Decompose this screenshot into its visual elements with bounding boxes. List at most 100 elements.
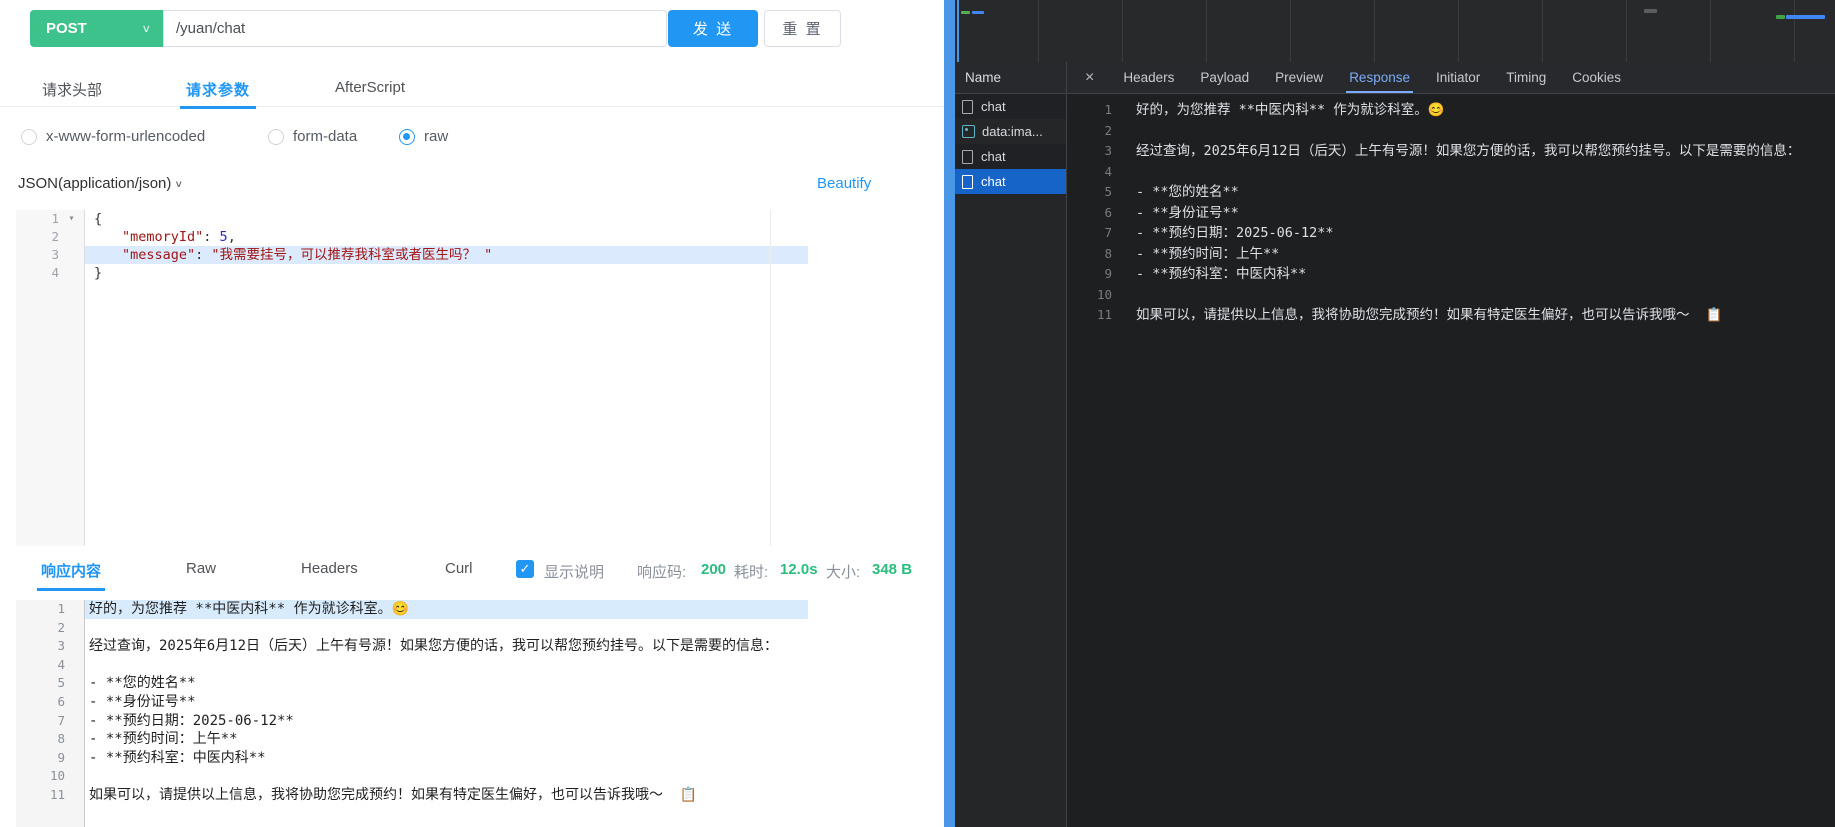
body-mode-option[interactable]: form-data bbox=[268, 128, 357, 145]
screen: POST ∨ 发 送 重 置 请求头部 请求参数 AfterScript x-www… bbox=[0, 0, 1835, 827]
radio-icon[interactable] bbox=[399, 129, 415, 145]
body-mode-option[interactable]: raw bbox=[399, 128, 448, 145]
reset-button[interactable]: 重 置 bbox=[764, 10, 841, 47]
send-button[interactable]: 发 送 bbox=[668, 10, 758, 47]
body-mode-label: form-data bbox=[293, 128, 357, 145]
method-select[interactable]: POST ∨ bbox=[30, 10, 163, 47]
request-bar-green bbox=[1776, 15, 1785, 19]
devtools-tab-cookies[interactable]: Cookies bbox=[1572, 62, 1621, 93]
editor-line: 3"message": "我需要挂号，可以推荐我科室或者医生吗？ " bbox=[16, 246, 938, 264]
request-name: chat bbox=[981, 174, 1006, 189]
response-line-text: - **预约科室：中医内科** bbox=[1136, 264, 1306, 285]
devtools-tab-response[interactable]: Response bbox=[1349, 62, 1410, 93]
line-number: 9 bbox=[1068, 264, 1112, 285]
beautify-link[interactable]: Beautify bbox=[817, 175, 871, 192]
devtools-response-line: 10 bbox=[1068, 285, 1835, 306]
overview-left-edge bbox=[957, 0, 959, 62]
response-line: 9- **预约科室：中医内科** bbox=[16, 749, 938, 768]
network-request-row[interactable]: chat bbox=[955, 169, 1066, 194]
response-tab[interactable]: 响应内容 bbox=[41, 560, 101, 591]
devtools-tab-headers[interactable]: Headers bbox=[1123, 62, 1174, 93]
request-bar-green bbox=[961, 11, 970, 14]
close-icon[interactable]: × bbox=[1085, 69, 1094, 87]
request-bar-gray bbox=[1644, 9, 1657, 13]
code-token: 5 bbox=[220, 229, 228, 245]
line-number: 1 bbox=[1068, 100, 1112, 121]
response-line: 11如果可以，请提供以上信息，我将协助您完成预约！如果有特定医生偏好，也可以告诉… bbox=[16, 786, 938, 805]
response-tab[interactable]: Raw bbox=[186, 560, 216, 587]
editor-line: 1▾ { bbox=[16, 210, 938, 228]
request-body-editor[interactable]: 1▾{2"memoryId": 5,3"message": "我需要挂号，可以推… bbox=[16, 210, 938, 546]
request-name: chat bbox=[981, 149, 1006, 164]
line-number: 1 bbox=[16, 210, 59, 228]
response-line: 7- **预约日期：2025-06-12** bbox=[16, 712, 938, 731]
response-body-viewer[interactable]: 1好的，为您推荐 **中医内科** 作为就诊科室。😊23经过查询，2025年6月… bbox=[16, 600, 938, 827]
response-line-text: 经过查询，2025年6月12日（后天）上午有号源！如果您方便的话，我可以帮您预约… bbox=[1136, 141, 1800, 162]
panel-scrollbar[interactable] bbox=[944, 0, 955, 827]
request-bar-blue bbox=[1786, 15, 1825, 19]
line-number: 7 bbox=[16, 712, 65, 731]
name-column-header[interactable]: Name bbox=[955, 62, 1067, 94]
devtools-tab-preview[interactable]: Preview bbox=[1275, 62, 1323, 93]
response-line: 4 bbox=[16, 656, 938, 675]
line-number: 11 bbox=[16, 786, 65, 805]
show-description-checkbox[interactable]: ✓ bbox=[516, 560, 534, 578]
document-icon bbox=[962, 100, 973, 114]
status-code-value: 200 bbox=[701, 561, 726, 578]
line-number: 2 bbox=[16, 228, 59, 246]
network-overview-strip[interactable] bbox=[955, 0, 1835, 63]
line-number: 3 bbox=[16, 637, 65, 656]
response-tab[interactable]: Headers bbox=[301, 560, 358, 587]
editor-line: 4} bbox=[16, 264, 938, 282]
devtools-response-pane[interactable]: 1好的，为您推荐 **中医内科** 作为就诊科室。😊23经过查询，2025年6月… bbox=[1068, 94, 1835, 827]
response-line: 6- **身份证号** bbox=[16, 693, 938, 712]
line-number: 1 bbox=[16, 600, 65, 619]
code-token: { bbox=[94, 211, 102, 227]
devtools-tab-timing[interactable]: Timing bbox=[1506, 62, 1546, 93]
image-icon bbox=[962, 125, 975, 138]
response-tab[interactable]: Curl bbox=[445, 560, 473, 587]
document-icon bbox=[962, 175, 973, 189]
devtools-response-line: 6- **身份证号** bbox=[1068, 203, 1835, 224]
line-number: 5 bbox=[16, 674, 65, 693]
network-request-row[interactable]: chat bbox=[955, 144, 1066, 169]
devtools-response-line: 5- **您的姓名** bbox=[1068, 182, 1835, 203]
devtools-response-line: 4 bbox=[1068, 162, 1835, 183]
api-client-panel: POST ∨ 发 送 重 置 请求头部 请求参数 AfterScript x-www… bbox=[0, 0, 944, 827]
radio-icon[interactable] bbox=[268, 129, 284, 145]
response-line-text: 好的，为您推荐 **中医内科** 作为就诊科室。😊 bbox=[1136, 100, 1445, 121]
line-number: 2 bbox=[1068, 121, 1112, 142]
request-list-column: chatdata:ima...chatchat bbox=[955, 94, 1067, 827]
response-line-text: - **身份证号** bbox=[89, 693, 196, 712]
line-number: 8 bbox=[1068, 244, 1112, 265]
url-input[interactable] bbox=[163, 10, 667, 47]
devtools-tab-initiator[interactable]: Initiator bbox=[1436, 62, 1480, 93]
content-type-select[interactable]: JSON(application/json)∨ bbox=[18, 175, 183, 192]
devtools-tab-payload[interactable]: Payload bbox=[1200, 62, 1249, 93]
fold-arrow-icon[interactable]: ▾ bbox=[59, 210, 84, 228]
response-line-text: 如果可以，请提供以上信息，我将协助您完成预约！如果有特定医生偏好，也可以告诉我哦… bbox=[1136, 305, 1723, 326]
radio-icon[interactable] bbox=[21, 129, 37, 145]
devtools-panel: Name × Headers Payload Preview Response Init… bbox=[955, 0, 1835, 827]
response-line-text: - **预约日期：2025-06-12** bbox=[1136, 223, 1334, 244]
network-request-row[interactable]: chat bbox=[955, 94, 1066, 119]
code-token: : bbox=[195, 247, 211, 263]
response-line-text: 好的，为您推荐 **中医内科** 作为就诊科室。😊 bbox=[89, 600, 409, 619]
request-bar-blue bbox=[972, 11, 984, 14]
code-token: "memoryId" bbox=[122, 229, 203, 245]
line-number: 7 bbox=[1068, 223, 1112, 244]
devtools-tabs-bar: × Headers Payload Preview Response Initiator… bbox=[1067, 62, 1835, 94]
body-mode-option[interactable]: x-www-form-urlencoded bbox=[21, 128, 205, 145]
fold-arrow-icon bbox=[59, 264, 84, 282]
line-number: 2 bbox=[16, 619, 65, 638]
network-request-row[interactable]: data:ima... bbox=[955, 119, 1066, 144]
request-tab[interactable]: 请求头部 bbox=[42, 79, 102, 109]
line-number: 6 bbox=[1068, 203, 1112, 224]
line-number: 4 bbox=[16, 264, 59, 282]
size-value: 348 B bbox=[872, 561, 912, 578]
line-number: 4 bbox=[16, 656, 65, 675]
request-tab[interactable]: AfterScript bbox=[335, 79, 405, 105]
line-number: 10 bbox=[1068, 285, 1112, 306]
request-tab[interactable]: 请求参数 bbox=[186, 79, 250, 109]
content-type-row: JSON(application/json)∨ Beautify bbox=[0, 173, 944, 197]
